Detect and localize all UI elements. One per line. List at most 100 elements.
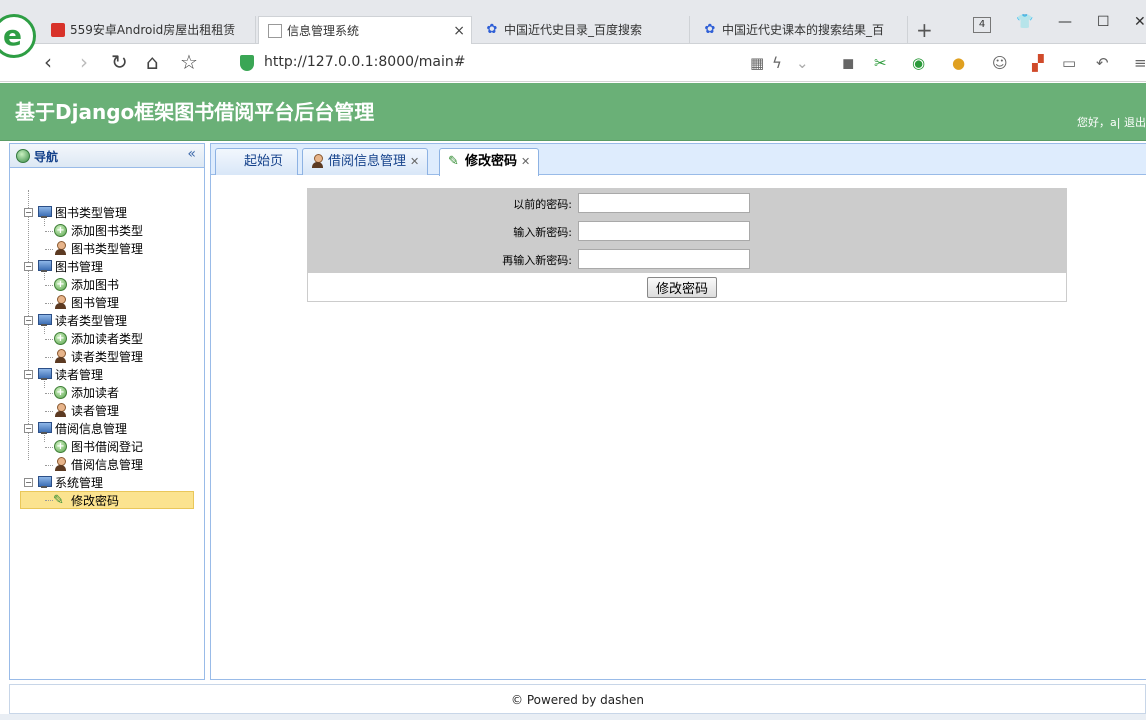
app-header: 基于Django框架图书借阅平台后台管理 您好，a| 退出 bbox=[0, 83, 1146, 141]
tree-group-book[interactable]: − 图书管理 bbox=[20, 258, 206, 276]
sidebar-item-add-book[interactable]: + 添加图书 bbox=[20, 276, 206, 294]
window-close-icon[interactable]: ✕ bbox=[1134, 14, 1146, 30]
tree-group-reader-type[interactable]: − 读者类型管理 bbox=[20, 312, 206, 330]
add-icon: + bbox=[54, 332, 67, 345]
sidebar-item-book-type-manage[interactable]: 图书类型管理 bbox=[20, 240, 206, 258]
shirt-icon[interactable]: 👕 bbox=[1016, 14, 1033, 30]
lightning-icon[interactable]: ϟ bbox=[772, 53, 782, 73]
home-icon[interactable]: ⌂ bbox=[146, 50, 159, 74]
old-password-row: 以前的密码: bbox=[308, 192, 1068, 214]
sidebar-item-reader-type-manage[interactable]: 读者类型管理 bbox=[20, 348, 206, 366]
sidebar-item-label: 借阅信息管理 bbox=[71, 458, 144, 472]
confirm-password-label: 再输入新密码: bbox=[502, 254, 572, 267]
browser-tabbar: e 559安卓Android房屋出租租赁 信息管理系统 × ✿ 中国近代史目录_… bbox=[0, 0, 1146, 58]
coin-icon[interactable]: ● bbox=[952, 53, 965, 73]
status-strip bbox=[0, 714, 1146, 720]
browser-tab-1[interactable]: 559安卓Android房屋出租租赁 bbox=[42, 16, 256, 44]
expand-toggle-icon[interactable]: − bbox=[24, 316, 33, 325]
baidu-paw-icon: ✿ bbox=[486, 22, 498, 37]
sidebar-item-label: 图书类型管理 bbox=[71, 242, 144, 256]
expand-toggle-icon[interactable]: − bbox=[24, 262, 33, 271]
browser-tab-title: 信息管理系统 bbox=[287, 24, 360, 38]
confirm-password-input[interactable] bbox=[578, 249, 750, 269]
minimize-icon[interactable]: — bbox=[1058, 14, 1072, 30]
user-icon bbox=[54, 403, 67, 418]
tab-home[interactable]: 起始页 bbox=[215, 148, 298, 175]
sidebar-item-label: 图书借阅登记 bbox=[71, 440, 144, 454]
battery-icon[interactable]: ▭ bbox=[1062, 53, 1076, 73]
old-password-label: 以前的密码: bbox=[513, 198, 572, 211]
tree-group-system[interactable]: − 系统管理 bbox=[20, 474, 206, 492]
page-footer: © Powered by dashen bbox=[9, 684, 1146, 714]
tree-group-book-type[interactable]: − 图书类型管理 bbox=[20, 204, 206, 222]
change-password-button[interactable]: 修改密码 bbox=[647, 277, 717, 298]
expand-toggle-icon[interactable]: − bbox=[24, 370, 33, 379]
tab-change-password[interactable]: ✎ 修改密码 ✕ bbox=[439, 148, 540, 176]
sidebar-item-reader-manage[interactable]: 读者管理 bbox=[20, 402, 206, 420]
tab-label: 修改密码 bbox=[465, 154, 518, 169]
tab-label: 借阅信息管理 bbox=[328, 154, 407, 169]
sidebar-item-borrow-manage[interactable]: 借阅信息管理 bbox=[20, 456, 206, 474]
browser-tab-title: 中国近代史目录_百度搜索 bbox=[504, 23, 643, 37]
tree-group-borrow[interactable]: − 借阅信息管理 bbox=[20, 420, 206, 438]
sidebar-item-add-book-type[interactable]: + 添加图书类型 bbox=[20, 222, 206, 240]
sidebar-item-book-manage[interactable]: 图书管理 bbox=[20, 294, 206, 312]
new-password-row: 输入新密码: bbox=[308, 220, 1068, 242]
browser-tab-2[interactable]: 信息管理系统 × bbox=[258, 16, 472, 45]
sidebar-item-add-reader-type[interactable]: + 添加读者类型 bbox=[20, 330, 206, 348]
computer-icon bbox=[37, 368, 52, 380]
qr-code-icon[interactable]: ▦ bbox=[750, 53, 764, 73]
add-icon: + bbox=[54, 440, 67, 453]
tree-group-label: 图书类型管理 bbox=[55, 206, 128, 220]
new-password-label: 输入新密码: bbox=[513, 226, 572, 239]
new-tab-icon[interactable]: + bbox=[916, 16, 933, 44]
forward-icon[interactable]: › bbox=[80, 50, 88, 74]
tree-group-label: 系统管理 bbox=[55, 476, 104, 490]
pencil-icon: ✎ bbox=[53, 493, 64, 508]
bookmark-star-icon[interactable]: ☆ bbox=[180, 50, 198, 74]
sidebar-item-label: 添加图书类型 bbox=[71, 224, 144, 238]
browser-tab-title: 559安卓Android房屋出租租赁 bbox=[70, 23, 236, 37]
close-tab-icon[interactable]: ✕ bbox=[521, 155, 530, 168]
browser-tab-4[interactable]: ✿ 中国近代史课本的搜索结果_百 bbox=[694, 16, 908, 44]
url-input[interactable]: http://127.0.0.1:8000/main# bbox=[264, 54, 465, 70]
back-icon[interactable]: ‹ bbox=[44, 50, 52, 74]
sidebar-title: 导航 bbox=[34, 150, 59, 164]
reload-icon[interactable]: ↻ bbox=[111, 50, 128, 74]
collapse-icon[interactable]: « bbox=[187, 146, 196, 162]
computer-icon bbox=[37, 476, 52, 488]
user-greeting-logout[interactable]: 您好，a| 退出 bbox=[1077, 114, 1146, 130]
close-tab-icon[interactable]: ✕ bbox=[410, 155, 419, 168]
shield-icon[interactable] bbox=[240, 55, 254, 71]
sidebar-item-change-password[interactable]: ✎ 修改密码 bbox=[20, 491, 194, 509]
tab-count-badge[interactable]: 4 bbox=[973, 17, 991, 33]
tab-borrow-manage[interactable]: 借阅信息管理 ✕ bbox=[302, 148, 429, 175]
page-title: 基于Django框架图书借阅平台后台管理 bbox=[15, 100, 375, 124]
menu-icon[interactable]: ≡ bbox=[1134, 53, 1146, 73]
sidebar-header: 导航 « bbox=[10, 144, 204, 168]
new-password-input[interactable] bbox=[578, 221, 750, 241]
expand-toggle-icon[interactable]: − bbox=[24, 424, 33, 433]
apps-icon[interactable]: ▞ bbox=[1032, 53, 1044, 73]
sidebar-item-add-reader[interactable]: + 添加读者 bbox=[20, 384, 206, 402]
tab-label: 起始页 bbox=[244, 154, 284, 169]
scissors-icon[interactable]: ✂ bbox=[874, 53, 887, 73]
emoji-icon[interactable]: ☺ bbox=[992, 53, 1008, 73]
expand-toggle-icon[interactable]: − bbox=[24, 208, 33, 217]
tree-group-reader[interactable]: − 读者管理 bbox=[20, 366, 206, 384]
user-icon bbox=[54, 295, 67, 310]
sidebar-item-borrow-register[interactable]: + 图书借阅登记 bbox=[20, 438, 206, 456]
translate-icon[interactable]: ◉ bbox=[912, 53, 925, 73]
browser-tab-3[interactable]: ✿ 中国近代史目录_百度搜索 bbox=[476, 16, 690, 44]
undo-icon[interactable]: ↶ bbox=[1096, 53, 1109, 73]
expand-toggle-icon[interactable]: − bbox=[24, 478, 33, 487]
pencil-icon: ✎ bbox=[448, 154, 459, 169]
maximize-icon[interactable]: ☐ bbox=[1097, 14, 1110, 30]
user-icon bbox=[54, 349, 67, 364]
old-password-input[interactable] bbox=[578, 193, 750, 213]
dropdown-icon[interactable]: ⌄ bbox=[796, 53, 809, 73]
close-tab-icon[interactable]: × bbox=[453, 17, 465, 45]
add-icon: + bbox=[54, 278, 67, 291]
extension-icon[interactable]: ◼ bbox=[842, 53, 854, 73]
tree-group-label: 借阅信息管理 bbox=[55, 422, 128, 436]
